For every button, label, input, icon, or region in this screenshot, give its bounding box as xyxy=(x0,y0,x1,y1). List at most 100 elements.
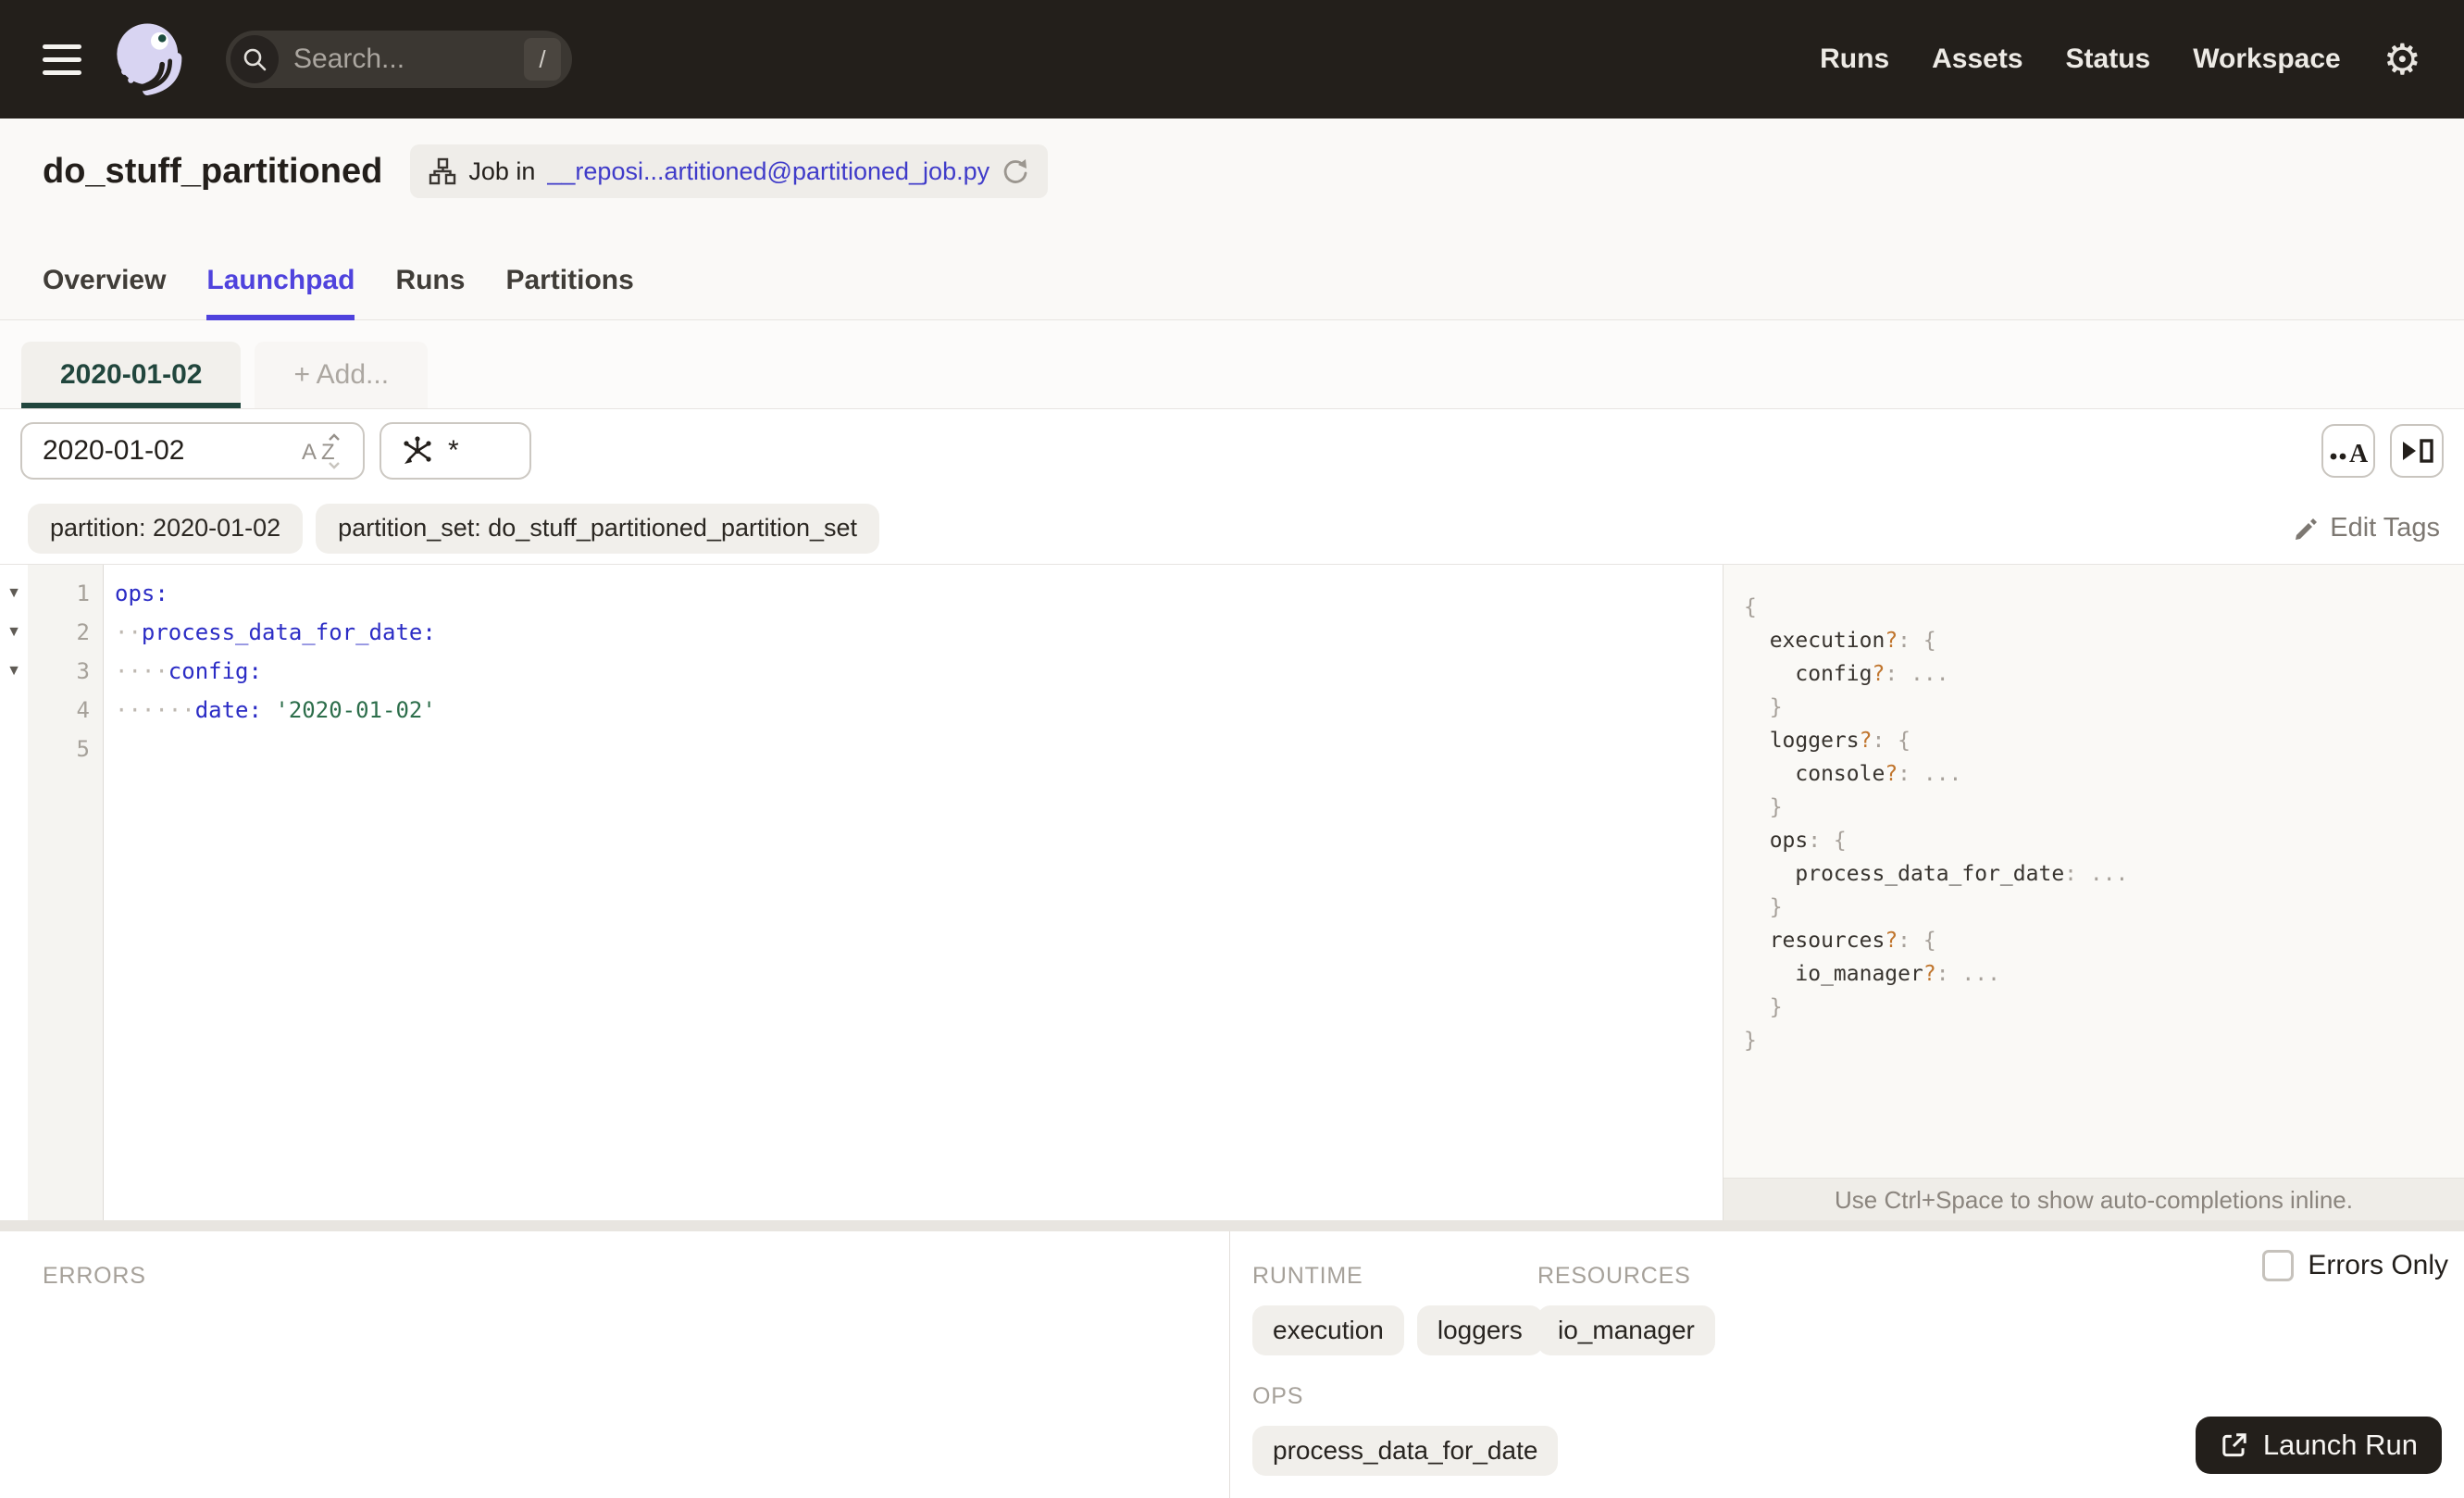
errors-only-toggle[interactable]: Errors Only xyxy=(2262,1250,2448,1281)
code-line[interactable]: ······date: '2020-01-02' xyxy=(115,691,1723,730)
page-header: do_stuff_partitioned Job in __reposi...a… xyxy=(0,119,2464,320)
job-graph-icon xyxy=(429,157,456,185)
refresh-icon[interactable] xyxy=(1002,157,1029,185)
dagster-app: Search... / Runs Assets Status Workspace ⚙ … xyxy=(0,0,2464,1498)
line-number: 3 xyxy=(76,658,90,684)
launchpad-controls: A Z xyxy=(0,409,2464,493)
schema-line: io_manager?: ... xyxy=(1795,962,2000,986)
op-graph-icon xyxy=(400,433,435,468)
whitespace-icon: A xyxy=(2330,440,2369,465)
line-number: 2 xyxy=(76,619,90,645)
fold-toggle-icon[interactable]: ▼ xyxy=(0,613,28,652)
tags-row: partition: 2020-01-02 partition_set: do_s… xyxy=(0,493,2464,565)
fold-gutter: ▼ ▼ ▼ xyxy=(0,565,28,1220)
config-chip-execution[interactable]: execution xyxy=(1252,1305,1404,1355)
nav-link-workspace[interactable]: Workspace xyxy=(2193,44,2341,75)
nav-link-assets[interactable]: Assets xyxy=(1932,44,2022,75)
line-number: 4 xyxy=(76,697,90,723)
config-chip-process_data_for_date[interactable]: process_data_for_date xyxy=(1252,1426,1559,1476)
schema-line: resources?: { xyxy=(1769,929,1936,953)
config-chip-loggers[interactable]: loggers xyxy=(1416,1305,1543,1355)
schema-line: } xyxy=(1769,795,1783,819)
schema-line: ops: { xyxy=(1769,829,1847,853)
errors-only-checkbox[interactable] xyxy=(2262,1250,2295,1281)
tag-chip: partition: 2020-01-02 xyxy=(28,503,304,554)
top-navbar: Search... / Runs Assets Status Workspace ⚙ xyxy=(0,0,2464,119)
line-number-gutter: 1 2 3 4 5 xyxy=(28,565,104,1220)
schema-line: process_data_for_date: ... xyxy=(1795,862,2129,886)
tag-chips: partition: 2020-01-02 partition_set: do_s… xyxy=(28,503,880,554)
partition-select-value[interactable] xyxy=(43,435,300,467)
svg-text:Z: Z xyxy=(321,440,335,465)
schema-line: execution?: { xyxy=(1769,629,1936,653)
line-number: 5 xyxy=(76,736,90,762)
schema-line: loggers?: { xyxy=(1769,729,1911,753)
tab-runs[interactable]: Runs xyxy=(395,265,465,320)
tab-partitions[interactable]: Partitions xyxy=(505,265,633,320)
horizontal-splitter[interactable] xyxy=(0,1220,2464,1231)
apply-config-button[interactable] xyxy=(2390,424,2444,478)
edit-tags-button[interactable]: Edit Tags xyxy=(2293,513,2444,543)
launchpad-main: ▼ ▼ ▼ 12345 ops: ··process_data_for_date: ··… xyxy=(0,565,2464,1220)
config-tab-add[interactable]: + Add... xyxy=(255,342,429,408)
errors-label: ERRORS xyxy=(43,1263,146,1289)
schema-line: console?: ... xyxy=(1795,762,1962,786)
page-title: do_stuff_partitioned xyxy=(43,151,383,191)
fold-toggle-icon[interactable]: ▼ xyxy=(0,652,28,691)
menu-icon[interactable] xyxy=(43,44,81,75)
job-badge: Job in __reposi...artitioned@partitioned… xyxy=(410,144,1049,198)
search-placeholder: Search... xyxy=(293,44,405,74)
schema-line: config?: ... xyxy=(1795,662,1949,686)
resources-section: RESOURCES io_manager xyxy=(1537,1263,1715,1355)
search-input[interactable]: Search... / xyxy=(226,31,572,88)
schema-lines: { execution?: { config?: ...} loggers?: { co… xyxy=(1744,591,2464,1057)
line-number: 1 xyxy=(76,580,90,606)
schema-line: } xyxy=(1769,695,1783,719)
job-repo-link[interactable]: __reposi...artitioned@partitioned_job.py xyxy=(547,157,989,186)
editor-buttons: A xyxy=(2321,424,2444,478)
op-selection-input[interactable]: * xyxy=(380,422,531,480)
bottom-panels: ERRORS RUNTIME execution loggers RESOURCE… xyxy=(0,1231,2464,1498)
autocomplete-hint: Use Ctrl+Space to show auto-completions … xyxy=(1724,1178,2464,1220)
config-chip-io_manager[interactable]: io_manager xyxy=(1537,1305,1715,1355)
search-shortcut-key: / xyxy=(524,38,561,81)
svg-text:A: A xyxy=(2349,440,2369,465)
nav-link-status[interactable]: Status xyxy=(2066,44,2151,75)
code-line[interactable]: ops: xyxy=(115,574,1723,613)
nav-links: Runs Assets Status Workspace xyxy=(1820,44,2341,75)
tag-chip: partition_set: do_stuff_partitioned_part… xyxy=(316,503,880,554)
page-tabs: Overview Launchpad Runs Partitions xyxy=(43,265,634,320)
code-line[interactable]: ····config: xyxy=(115,652,1723,691)
launch-run-button[interactable]: Launch Run xyxy=(2195,1417,2442,1474)
config-tab-strip: 2020-01-02 + Add... xyxy=(0,320,2464,409)
code-line[interactable]: ··process_data_for_date: xyxy=(115,613,1723,652)
tab-overview[interactable]: Overview xyxy=(43,265,166,320)
pencil-icon xyxy=(2296,518,2318,540)
sort-alphabetical-icon: A Z xyxy=(300,432,346,469)
errors-panel: ERRORS xyxy=(0,1231,1230,1498)
dagster-logo[interactable] xyxy=(107,16,194,103)
svg-text:A: A xyxy=(302,440,317,465)
schema-line: } xyxy=(1769,995,1783,1019)
config-tab-selected[interactable]: 2020-01-02 xyxy=(21,342,242,408)
schema-line: } xyxy=(1744,1029,1757,1053)
play-into-block-icon xyxy=(2403,439,2433,463)
config-summary-panel: RUNTIME execution loggers RESOURCES io_ma… xyxy=(1230,1231,2464,1498)
job-badge-prefix: Job in xyxy=(468,156,536,185)
external-link-icon xyxy=(2222,1433,2246,1457)
schema-line: } xyxy=(1769,895,1783,919)
yaml-code-area[interactable]: ops: ··process_data_for_date: ····config: ·… xyxy=(104,565,1723,1220)
runtime-section: RUNTIME execution loggers xyxy=(1252,1263,1543,1355)
nav-link-runs[interactable]: Runs xyxy=(1820,44,1889,75)
partition-select[interactable]: A Z xyxy=(20,422,365,480)
tab-launchpad[interactable]: Launchpad xyxy=(206,265,355,320)
settings-gear-icon[interactable]: ⚙ xyxy=(2383,38,2421,81)
schema-line: { xyxy=(1744,595,1757,619)
toggle-whitespace-button[interactable]: A xyxy=(2321,424,2375,478)
config-schema-panel: { execution?: { config?: ...} loggers?: { co… xyxy=(1724,565,2464,1220)
fold-toggle-icon[interactable]: ▼ xyxy=(0,574,28,613)
op-selection-value: * xyxy=(448,435,459,466)
search-icon xyxy=(230,35,279,83)
config-editor[interactable]: ▼ ▼ ▼ 12345 ops: ··process_data_for_date: ··… xyxy=(0,565,1724,1220)
code-line[interactable] xyxy=(115,730,1723,768)
